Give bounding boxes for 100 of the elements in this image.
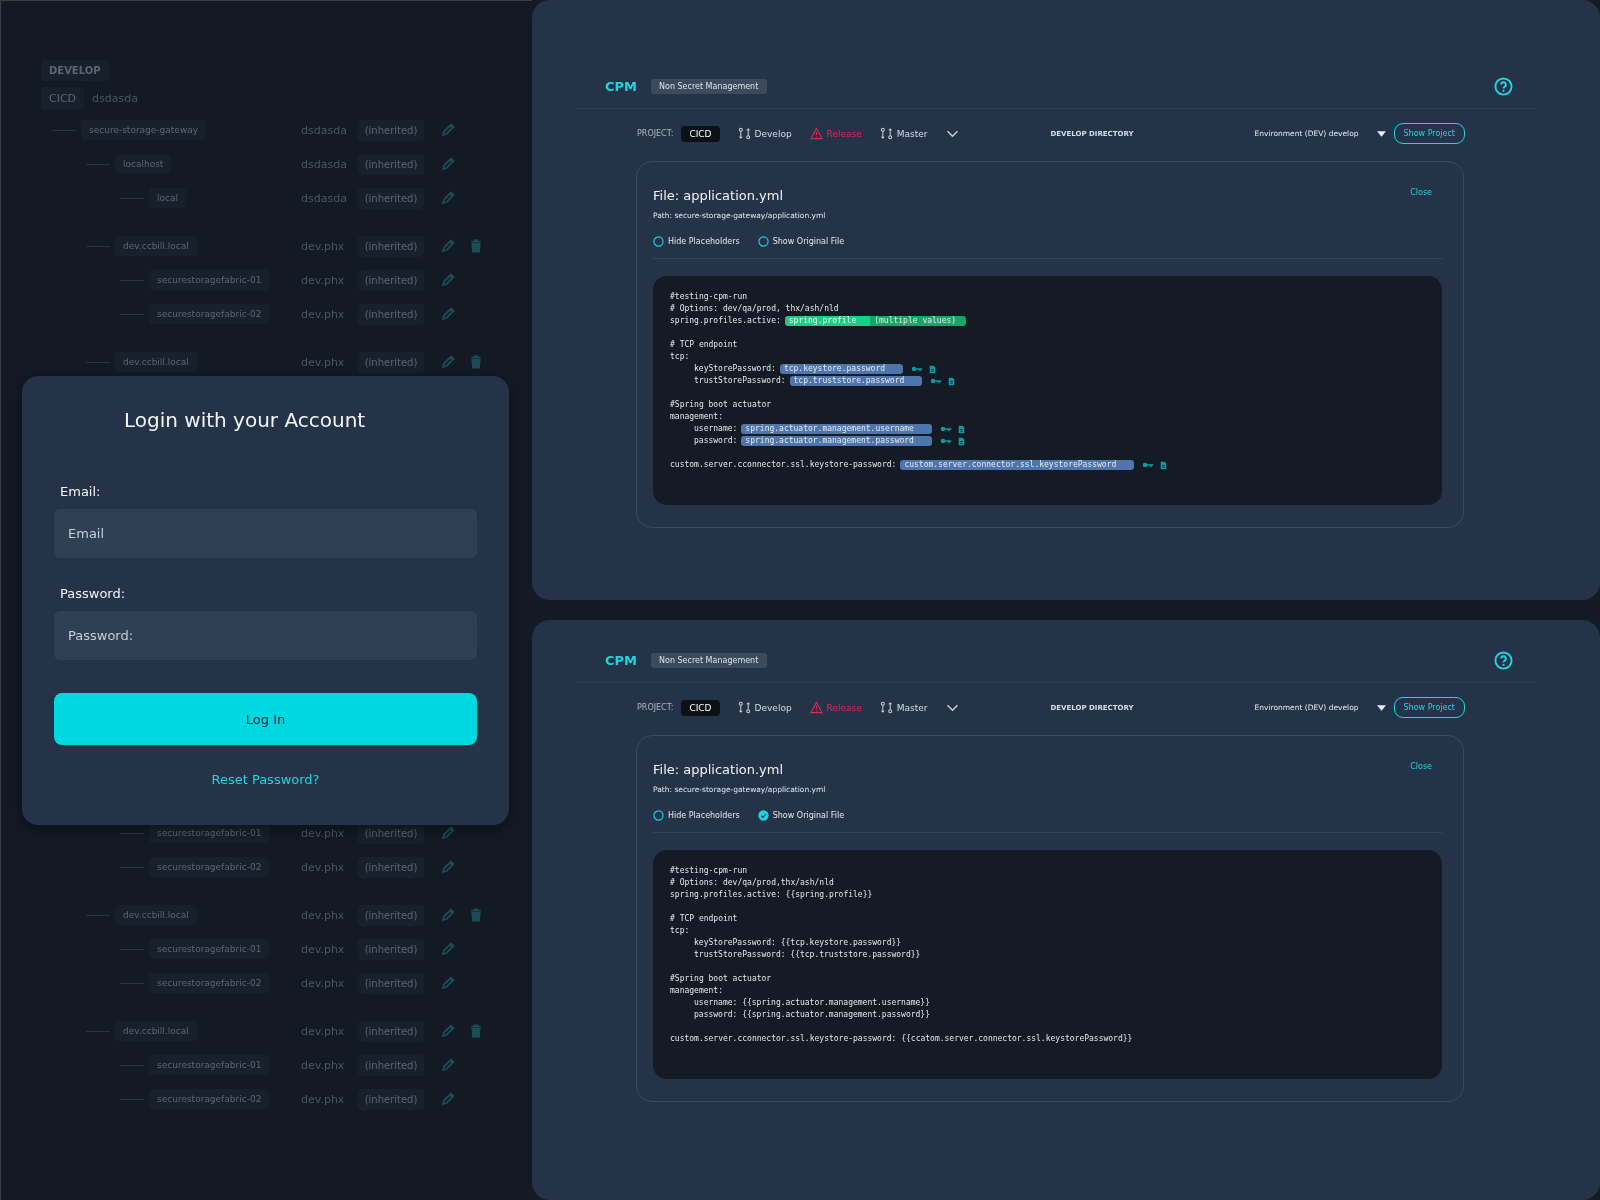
node-name: local	[149, 188, 186, 208]
inherited-tag: (inherited)	[358, 1054, 424, 1076]
show-project-button[interactable]: Show Project	[1393, 123, 1465, 144]
file-title: File: application.yml	[653, 762, 784, 777]
node-name: dev.ccbill.local	[115, 236, 197, 256]
chevron-down-icon[interactable]	[945, 129, 959, 138]
file-title: File: application.yml	[653, 188, 784, 203]
branch-icon	[737, 701, 751, 714]
file-icon[interactable]	[957, 436, 965, 446]
project-value: dsdasda	[92, 92, 138, 105]
inherited-tag: (inherited)	[358, 153, 424, 175]
project-badge[interactable]: CICD	[681, 125, 720, 142]
node-value: dev.phx	[301, 273, 346, 287]
inherited-tag: (inherited)	[358, 972, 424, 994]
checkbox[interactable]	[757, 236, 769, 247]
key-icon[interactable]	[939, 425, 952, 433]
inherited-tag: (inherited)	[358, 938, 424, 960]
key-icon[interactable]	[930, 377, 943, 385]
password-field[interactable]: Password:	[54, 611, 477, 660]
code-line: management:	[670, 411, 723, 423]
file-icon[interactable]	[957, 424, 965, 434]
branch-link[interactable]: Develop	[737, 127, 792, 140]
project-badge[interactable]: CICD	[681, 699, 720, 716]
login-button[interactable]: Log In	[54, 693, 477, 745]
project-label: PROJECT:	[637, 129, 674, 138]
branch-link[interactable]: Develop	[737, 701, 792, 714]
node-value: dsdasda	[301, 191, 348, 205]
file-icon[interactable]	[929, 364, 937, 374]
branch-link[interactable]: Master	[879, 127, 928, 140]
code-key: trustStorePassword:	[694, 375, 786, 387]
node-name: dev.ccbill.local	[115, 1021, 197, 1041]
node-name: securestoragefabric-02	[149, 973, 270, 993]
section-label: DEVELOP	[41, 60, 109, 81]
code-line: #testing-cpm-run	[670, 865, 748, 877]
code-line: #testing-cpm-run	[670, 291, 748, 303]
inherited-tag: (inherited)	[358, 351, 424, 373]
node-name: securestoragefabric-01	[149, 270, 270, 290]
code-line: username: {{spring.actuator.management.username}}	[694, 997, 930, 1009]
code-line: tcp:	[670, 351, 690, 363]
code-line: # TCP endpoint	[670, 339, 738, 351]
node-value: dev.phx	[301, 860, 346, 874]
code-line: #Spring boot actuator	[670, 399, 772, 411]
section-tag: Non Secret Management	[651, 79, 767, 94]
placeholder-tag[interactable]: spring.actuator.management.username	[741, 424, 932, 434]
code-key: spring.profiles.active:	[670, 315, 781, 327]
close-link[interactable]: Close	[1410, 188, 1432, 197]
checkbox[interactable]	[757, 810, 769, 821]
help-icon[interactable]	[1494, 77, 1513, 96]
code-line: # Options: dev/qa/prod, thx/ash/nld	[670, 303, 839, 315]
code-key: password:	[694, 435, 738, 447]
show-project-button[interactable]: Show Project	[1393, 697, 1465, 718]
code-key: keyStorePassword:	[694, 363, 776, 375]
close-link[interactable]: Close	[1410, 762, 1432, 771]
code-line: # TCP endpoint	[670, 913, 738, 925]
branch-link[interactable]: Master	[879, 701, 928, 714]
key-icon[interactable]	[911, 365, 924, 373]
placeholder-tag[interactable]: tcp.truststore.password	[789, 376, 923, 386]
option-label: Show Original File	[772, 811, 845, 820]
email-field[interactable]: Email	[54, 509, 477, 558]
inherited-tag: (inherited)	[358, 303, 424, 325]
placeholder-tag[interactable]: spring.actuator.management.password	[741, 436, 932, 446]
node-value: dev.phx	[301, 1092, 346, 1106]
node-name: securestoragefabric-01	[149, 939, 270, 959]
inherited-tag: (inherited)	[358, 269, 424, 291]
file-icon[interactable]	[948, 376, 956, 386]
code-line: spring.profiles.active: {{spring.profile}}	[670, 889, 873, 901]
code-line: #Spring boot actuator	[670, 973, 772, 985]
key-icon[interactable]	[1142, 461, 1155, 469]
inherited-tag: (inherited)	[358, 856, 424, 878]
placeholder-tag[interactable]: custom.server.connector.ssl.keystorePassword	[900, 460, 1135, 470]
checkbox[interactable]	[653, 236, 664, 247]
password-label: Password:	[60, 586, 127, 601]
inherited-tag: (inherited)	[358, 119, 424, 141]
app-title: CPM	[605, 79, 637, 94]
placeholder-tag[interactable]: tcp.keystore.password	[779, 364, 904, 374]
code-line: custom.server.cconnector.ssl.keystore-password: {{ccatom.server.connector.ssl.keystorePassword}}	[670, 1033, 1133, 1045]
branch-icon	[737, 127, 751, 140]
checkbox[interactable]	[653, 810, 664, 821]
node-name: securestoragefabric-02	[149, 304, 270, 324]
app-title: CPM	[605, 653, 637, 668]
option-label: Hide Placeholders	[668, 811, 740, 820]
caret-icon[interactable]	[1376, 130, 1386, 137]
help-icon[interactable]	[1494, 651, 1513, 670]
code-line: password: {{spring.actuator.management.password}}	[694, 1009, 930, 1021]
node-value: dev.phx	[301, 826, 346, 840]
chevron-down-icon[interactable]	[945, 703, 959, 712]
branch-icon	[879, 701, 893, 714]
caret-icon[interactable]	[1376, 704, 1386, 711]
node-value: dev.phx	[301, 1024, 346, 1038]
email-label: Email:	[60, 484, 102, 499]
option-label: Show Original File	[772, 237, 845, 246]
key-icon[interactable]	[939, 437, 952, 445]
reset-password-link[interactable]: Reset Password?	[211, 772, 320, 787]
node-value: dev.phx	[301, 976, 346, 990]
branch-icon	[879, 127, 893, 140]
node-value: dev.phx	[301, 1058, 346, 1072]
code-key: username:	[694, 423, 738, 435]
inherited-tag: (inherited)	[358, 235, 424, 257]
file-icon[interactable]	[1160, 460, 1168, 470]
node-name: securestoragefabric-01	[149, 823, 270, 843]
